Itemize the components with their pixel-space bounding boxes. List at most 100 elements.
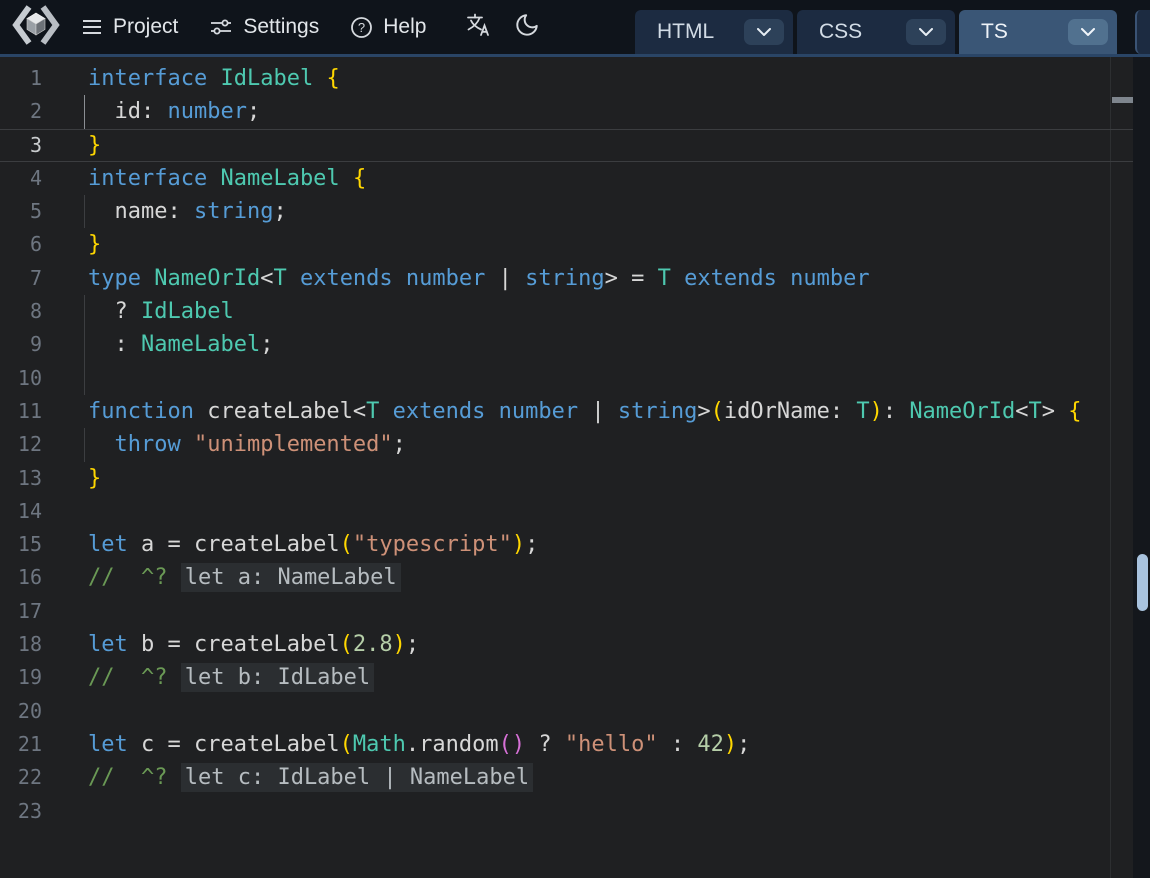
chevron-down-icon[interactable]	[1068, 19, 1108, 45]
code-line-18[interactable]: 18 let b = createLabel(2.8);	[0, 628, 1133, 661]
code-line-6[interactable]: 6}	[0, 228, 1133, 261]
code-token: let	[88, 532, 128, 557]
menu-item-help[interactable]: ? Help	[349, 15, 426, 40]
menu-item-project[interactable]: Project	[80, 15, 178, 39]
code-token: IdLabel	[220, 66, 313, 91]
menu-item-label: Help	[383, 15, 426, 39]
code-token: // ^?	[88, 565, 167, 590]
code-token: "unimplemented"	[194, 432, 393, 457]
code-token: function	[88, 399, 194, 424]
tab-ts[interactable]: TS	[959, 10, 1117, 54]
code-line-8[interactable]: 8 ? IdLabel	[0, 295, 1133, 328]
code-line-2[interactable]: 2 id: number;	[0, 95, 1133, 128]
code-line-14[interactable]: 14	[0, 495, 1133, 528]
code-line-16[interactable]: 16// ^? let a: NameLabel	[0, 561, 1133, 594]
code-line-21[interactable]: 21 let c = createLabel(Math.random() ? "h…	[0, 728, 1133, 761]
menu-item-settings[interactable]: Settings	[208, 15, 319, 39]
code-line-1[interactable]: 1interface IdLabel {	[0, 62, 1133, 95]
code-token: ?	[88, 299, 141, 324]
code-text: type NameOrId<T extends number | string>…	[88, 262, 870, 295]
code-token: (	[340, 632, 353, 657]
code-text: }	[88, 462, 101, 495]
code-token: :	[883, 399, 910, 424]
code-editor[interactable]: 1interface IdLabel {2 id: number;3}4inte…	[0, 57, 1150, 878]
code-line-19[interactable]: 19// ^? let b: IdLabel	[0, 661, 1133, 694]
code-token: NameLabel	[220, 166, 339, 191]
tab-html[interactable]: HTML	[635, 10, 793, 54]
code-token: number	[406, 266, 485, 291]
indent-guide	[84, 428, 85, 461]
code-line-9[interactable]: 9 : NameLabel;	[0, 328, 1133, 361]
code-token: let	[88, 632, 128, 657]
code-line-17[interactable]: 17	[0, 595, 1133, 628]
line-number: 23	[0, 795, 42, 828]
code-text: throw "unimplemented";	[88, 428, 406, 461]
code-text: function createLabel<T extends number | …	[88, 395, 1082, 428]
code-token: |	[485, 266, 525, 291]
code-line-13[interactable]: 13}	[0, 462, 1133, 495]
code-text: let c = createLabel(Math.random() ? "hel…	[88, 728, 750, 761]
code-line-3[interactable]: 3}	[0, 129, 1133, 162]
code-line-20[interactable]: 20	[0, 695, 1133, 728]
line-number: 3	[0, 129, 42, 162]
code-token: >	[1042, 399, 1055, 424]
code-token: extends	[684, 266, 777, 291]
code-line-23[interactable]: 23	[0, 795, 1133, 828]
app-logo[interactable]	[8, 2, 64, 53]
code-token: T	[366, 399, 379, 424]
line-number: 17	[0, 595, 42, 628]
code-token	[287, 266, 300, 291]
code-token: NameOrId	[909, 399, 1015, 424]
code-text: let b = createLabel(2.8);	[88, 628, 419, 661]
code-token: )	[870, 399, 883, 424]
code-line-11[interactable]: 11function createLabel<T extends number …	[0, 395, 1133, 428]
editor-tabs: HTML CSS TS	[635, 10, 1117, 54]
code-token	[1055, 399, 1068, 424]
line-number: 2	[0, 95, 42, 128]
line-number: 21	[0, 728, 42, 761]
code-token	[207, 66, 220, 91]
code-token: ?	[525, 732, 565, 757]
code-token: c = createLabel	[128, 732, 340, 757]
code-token: string	[194, 199, 273, 224]
code-line-10[interactable]: 10	[0, 362, 1133, 395]
scrollbar-thumb[interactable]	[1137, 554, 1148, 611]
chevron-down-icon[interactable]	[906, 19, 946, 45]
code-token: createLabel	[194, 399, 353, 424]
code-token: ;	[406, 632, 419, 657]
code-line-5[interactable]: 5 name: string;	[0, 195, 1133, 228]
code-token	[167, 565, 180, 590]
code-token: (	[340, 732, 353, 757]
code-token: <	[353, 399, 366, 424]
code-line-7[interactable]: 7type NameOrId<T extends number | string…	[0, 262, 1133, 295]
code-token: number	[790, 266, 869, 291]
theme-toggle-button[interactable]	[514, 12, 540, 43]
code-token: <	[1015, 399, 1028, 424]
code-token: |	[578, 399, 618, 424]
code-token	[167, 765, 180, 790]
line-number: 18	[0, 628, 42, 661]
tab-partial[interactable]	[1135, 10, 1150, 54]
translate-button[interactable]	[464, 11, 492, 43]
code-token: // ^?	[88, 765, 167, 790]
code-line-12[interactable]: 12 throw "unimplemented";	[0, 428, 1133, 461]
overview-ruler-cursor-marker	[1112, 97, 1133, 103]
code-text: }	[88, 228, 101, 261]
code-text: // ^? let b: IdLabel	[88, 661, 374, 694]
code-token: IdLabel	[141, 299, 234, 324]
code-token: T	[273, 266, 286, 291]
code-token: name:	[88, 199, 194, 224]
navbar: Project Settings ? Help	[0, 0, 1150, 57]
help-icon: ?	[349, 15, 374, 40]
code-token	[313, 66, 326, 91]
chevron-down-icon[interactable]	[744, 19, 784, 45]
code-token: T	[658, 266, 671, 291]
code-line-15[interactable]: 15let a = createLabel("typescript");	[0, 528, 1133, 561]
menu-item-label: Project	[113, 15, 178, 39]
code-line-4[interactable]: 4interface NameLabel {	[0, 162, 1133, 195]
line-number: 13	[0, 462, 42, 495]
code-token: NameOrId	[154, 266, 260, 291]
code-token: 2.8	[353, 632, 393, 657]
tab-css[interactable]: CSS	[797, 10, 955, 54]
code-line-22[interactable]: 22// ^? let c: IdLabel | NameLabel	[0, 761, 1133, 794]
